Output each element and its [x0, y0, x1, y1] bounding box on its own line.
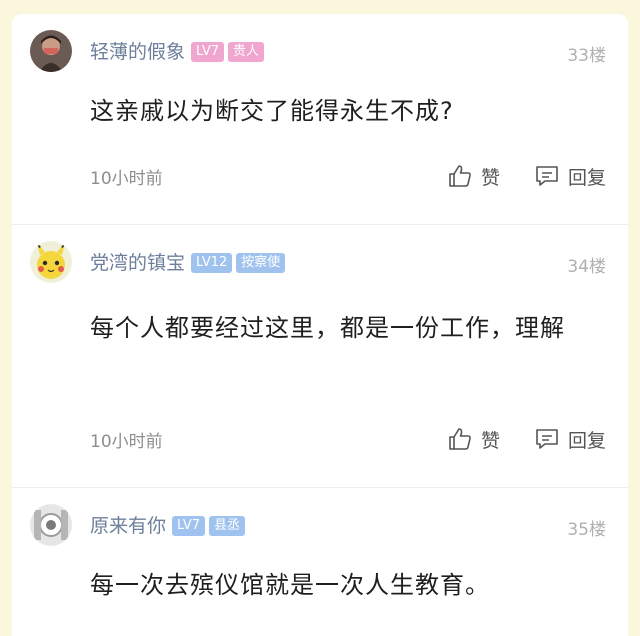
like-label: 赞 — [480, 429, 500, 452]
username[interactable]: 党湾的镇宝 — [90, 250, 185, 276]
comment-footer: 10小时前 赞 回复 — [90, 162, 606, 190]
comment-item: 轻薄的假象 LV7 贵人 33楼 这亲戚以为断交了能得永生不成? 10小时前 赞 — [12, 14, 628, 225]
like-button[interactable]: 赞 — [447, 426, 500, 453]
floor-number: 35楼 — [567, 520, 606, 540]
username[interactable]: 轻薄的假象 — [90, 39, 185, 65]
reply-label: 回复 — [567, 429, 606, 452]
avatar[interactable] — [30, 30, 72, 72]
timestamp: 10小时前 — [90, 168, 163, 189]
comment-text: 每个人都要经过这里，都是一份工作，理解 — [90, 314, 565, 342]
like-button[interactable]: 赞 — [447, 163, 500, 190]
title-badge: 县丞 — [209, 516, 246, 536]
reply-label: 回复 — [567, 166, 606, 189]
avatar[interactable] — [30, 504, 72, 546]
comment-text: 这亲戚以为断交了能得永生不成? — [90, 97, 454, 125]
comment-list: 轻薄的假象 LV7 贵人 33楼 这亲戚以为断交了能得永生不成? 10小时前 赞 — [12, 14, 628, 636]
like-label: 赞 — [480, 166, 500, 189]
thumbs-up-icon — [447, 426, 473, 452]
comment-item: 原来有你 LV7 县丞 35楼 每一次去殡仪馆就是一次人生教育。 — [12, 488, 628, 636]
title-badge: 贵人 — [228, 42, 265, 62]
level-badge: LV7 — [172, 516, 205, 536]
comment-header: 轻薄的假象 LV7 贵人 — [90, 39, 268, 65]
username[interactable]: 原来有你 — [90, 513, 166, 539]
title-badge: 按察使 — [236, 253, 286, 273]
level-badge: LV7 — [191, 42, 224, 62]
comment-header: 原来有你 LV7 县丞 — [90, 513, 249, 539]
comment-bubble-icon — [534, 426, 560, 452]
floor-number: 33楼 — [567, 46, 606, 66]
comment-text: 每一次去殡仪馆就是一次人生教育。 — [90, 571, 490, 599]
timestamp: 10小时前 — [90, 431, 163, 452]
floor-number: 34楼 — [567, 257, 606, 277]
comment-item: 党湾的镇宝 LV12 按察使 34楼 每个人都要经过这里，都是一份工作，理解 1… — [12, 225, 628, 488]
thumbs-up-icon — [447, 163, 473, 189]
comment-footer: 10小时前 赞 回复 — [90, 425, 606, 453]
reply-button[interactable]: 回复 — [534, 426, 606, 453]
reply-button[interactable]: 回复 — [534, 163, 606, 190]
level-badge: LV12 — [191, 253, 233, 273]
comment-header: 党湾的镇宝 LV12 按察使 — [90, 250, 289, 276]
comment-bubble-icon — [534, 163, 560, 189]
avatar[interactable] — [30, 241, 72, 283]
